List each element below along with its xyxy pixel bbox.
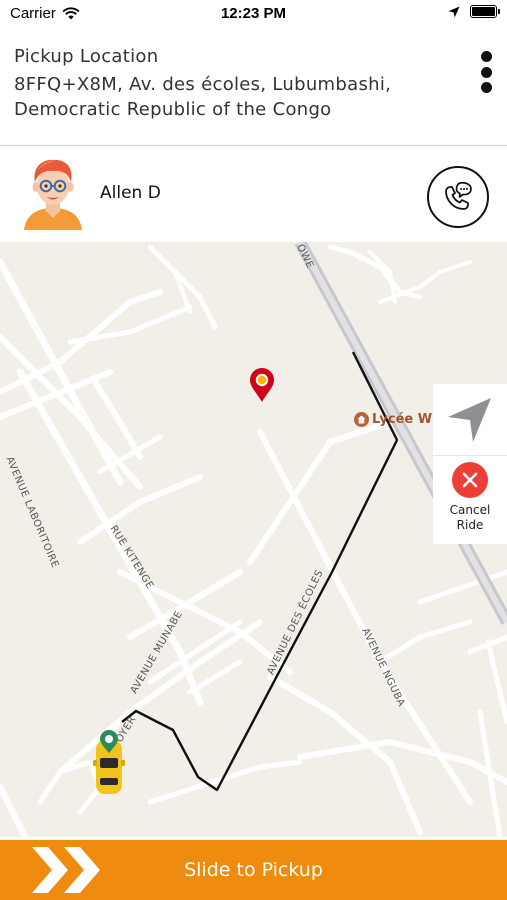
cancel-ride-label: Cancel Ride [449, 503, 491, 532]
poi-lycee[interactable]: Lycée WE [354, 412, 441, 427]
clock: 12:23 PM [220, 5, 287, 22]
phone-chat-icon [445, 181, 472, 210]
status-bar: Carrier 12:23 PM [0, 0, 507, 28]
map-streets [0, 242, 507, 837]
pickup-pin-icon [250, 368, 274, 402]
school-icon [354, 412, 369, 427]
status-right [448, 5, 500, 18]
location-arrow-icon [448, 6, 460, 17]
slide-to-pickup-slider[interactable]: Slide to Pickup [0, 840, 507, 900]
pickup-header: Pickup Location 8FFQ+X8M, Av. des écoles… [0, 38, 507, 146]
driver-avatar [24, 159, 82, 230]
navigation-arrow-icon [448, 397, 491, 442]
more-vertical-icon[interactable] [479, 51, 493, 93]
pickup-title: Pickup Location [14, 46, 159, 67]
map-view[interactable]: AVENUE LABORITOIRE RUE KITENGE AVENUE MU… [0, 242, 507, 837]
close-icon [452, 462, 488, 498]
cancel-ride-button[interactable]: Cancel Ride [433, 462, 507, 544]
recenter-button[interactable] [433, 384, 507, 456]
poi-label: Lycée WE [372, 412, 441, 427]
battery-icon [470, 5, 500, 18]
pickup-address: 8FFQ+X8M, Av. des écoles, Lubumbashi, De… [14, 74, 392, 120]
slider-label: Slide to Pickup [184, 859, 323, 881]
taxi-car-icon[interactable] [92, 730, 126, 796]
driver-row: Allen D [0, 147, 507, 242]
map-action-panel: Cancel Ride [433, 384, 507, 544]
driver-name: Allen D [100, 183, 161, 203]
call-chat-button[interactable] [427, 166, 489, 228]
